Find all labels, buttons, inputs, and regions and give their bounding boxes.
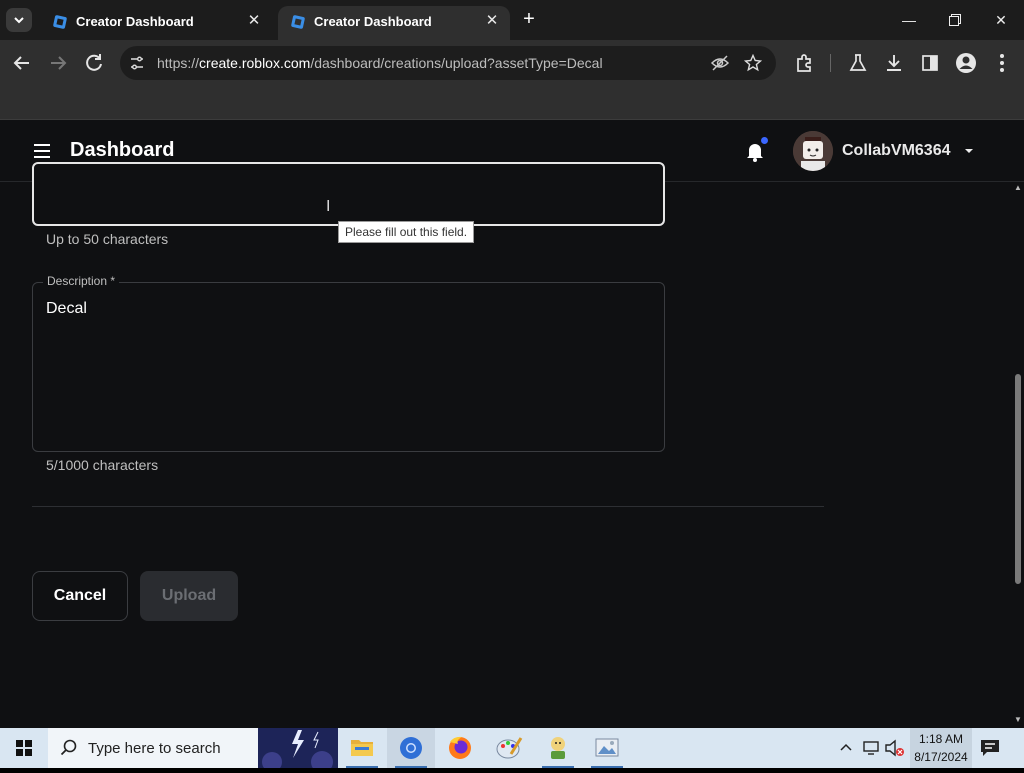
restore-icon [949,14,961,26]
toolbar-divider [830,54,831,72]
taskbar-clock[interactable]: 1:18 AM 8/17/2024 [910,728,972,768]
minimize-button[interactable]: — [886,0,932,40]
back-icon[interactable] [10,51,34,75]
username[interactable]: CollabVM6364 [842,142,950,160]
browser-tab[interactable]: Creator Dashboard ✕ [40,6,272,40]
caret-down-icon[interactable] [963,146,975,156]
tab-title: Creator Dashboard [314,14,432,29]
photo-viewer-icon [595,738,619,757]
kebab-menu-icon[interactable] [990,51,1014,75]
start-button[interactable] [0,728,48,768]
url-prefix: https:// [157,55,200,71]
close-icon[interactable]: ✕ [246,13,262,29]
close-icon[interactable]: ✕ [484,13,500,29]
side-panel-icon[interactable] [918,51,942,75]
description-textarea[interactable]: Description * Decal [32,274,665,452]
divider [32,506,824,507]
tab-search-button[interactable] [6,8,32,32]
address-bar[interactable]: https://create.roblox.com/dashboard/crea… [120,46,776,80]
folder-icon [351,740,373,756]
windows-logo-icon [16,740,32,756]
clock-date: 8/17/2024 [914,750,968,764]
star-icon[interactable] [744,54,762,72]
tab-title: Creator Dashboard [76,14,194,29]
search-highlight-image[interactable] [258,728,338,768]
eye-slash-icon[interactable] [710,54,730,72]
taskbar-chrome[interactable] [387,728,435,768]
roblox-studio-icon [291,15,305,29]
storm-illustration-icon [258,728,338,768]
action-center-icon[interactable] [978,738,1002,758]
search-placeholder: Type here to search [88,740,221,757]
browser-toolbar: https://create.roblox.com/dashboard/crea… [0,40,1024,86]
roblox-studio-icon [53,15,67,29]
taskbar-app-character[interactable] [534,728,582,768]
taskbar-photos[interactable] [583,728,631,768]
bookmarks-bar [0,86,1024,120]
name-helper-text: Up to 50 characters [46,231,169,247]
taskbar-firefox[interactable] [436,728,484,768]
close-window-button[interactable]: ✕ [978,0,1024,40]
url-text[interactable]: https://create.roblox.com/dashboard/crea… [157,55,603,71]
windows-taskbar: Type here to search 1:18 AM 8/17/2024 [0,728,1024,768]
taskbar-paint[interactable] [485,728,533,768]
clock-time: 1:18 AM [918,732,964,746]
name-input[interactable] [32,162,665,226]
scrollbar-thumb[interactable] [1015,374,1021,584]
labs-flask-icon[interactable] [846,51,870,75]
cancel-button[interactable]: Cancel [32,571,128,621]
paint-palette-icon [496,737,523,759]
chevron-down-icon [14,17,24,24]
description-label: Description * [43,274,120,288]
extensions-icon[interactable] [792,51,816,75]
profile-icon[interactable] [954,51,978,75]
browser-tab-active[interactable]: Creator Dashboard ✕ [278,6,510,40]
show-hidden-icons-chevron-icon[interactable] [838,740,854,756]
scroll-down-arrow-icon[interactable]: ▼ [1014,716,1022,724]
new-tab-button[interactable]: + [519,9,539,30]
reload-icon[interactable] [82,51,106,75]
upload-form: Up to 50 characters I Please fill out th… [0,162,1024,728]
text-cursor-icon: I [326,198,331,215]
volume-muted-icon[interactable] [884,739,906,757]
network-icon[interactable] [862,740,882,756]
firefox-icon [449,736,471,759]
url-path: /dashboard/creations/upload?assetType=De… [310,55,603,71]
forward-icon[interactable] [46,51,70,75]
avatar-image [793,131,833,171]
url-host: create.roblox.com [199,55,311,71]
scroll-up-arrow-icon[interactable]: ▲ [1014,184,1022,192]
validation-tooltip: Please fill out this field. [338,221,475,243]
taskbar-file-explorer[interactable] [338,728,386,768]
restore-button[interactable] [932,0,978,40]
description-value[interactable]: Decal [46,300,87,318]
avatar[interactable] [793,131,833,171]
site-info-icon[interactable] [129,55,145,71]
notification-dot [761,137,768,144]
chrome-icon [400,737,422,759]
description-helper-text: 5/1000 characters [46,457,159,473]
character-icon [551,737,565,759]
hamburger-menu-icon[interactable] [33,142,51,160]
creator-dashboard-page: Dashboard CollabVM6364 Up to 50 characte… [0,120,1024,728]
download-icon[interactable] [882,51,906,75]
browser-tab-strip: Creator Dashboard ✕ Creator Dashboard ✕ … [0,0,1024,40]
upload-button[interactable]: Upload [140,571,238,621]
page-title[interactable]: Dashboard [70,139,174,162]
search-icon [60,739,77,756]
